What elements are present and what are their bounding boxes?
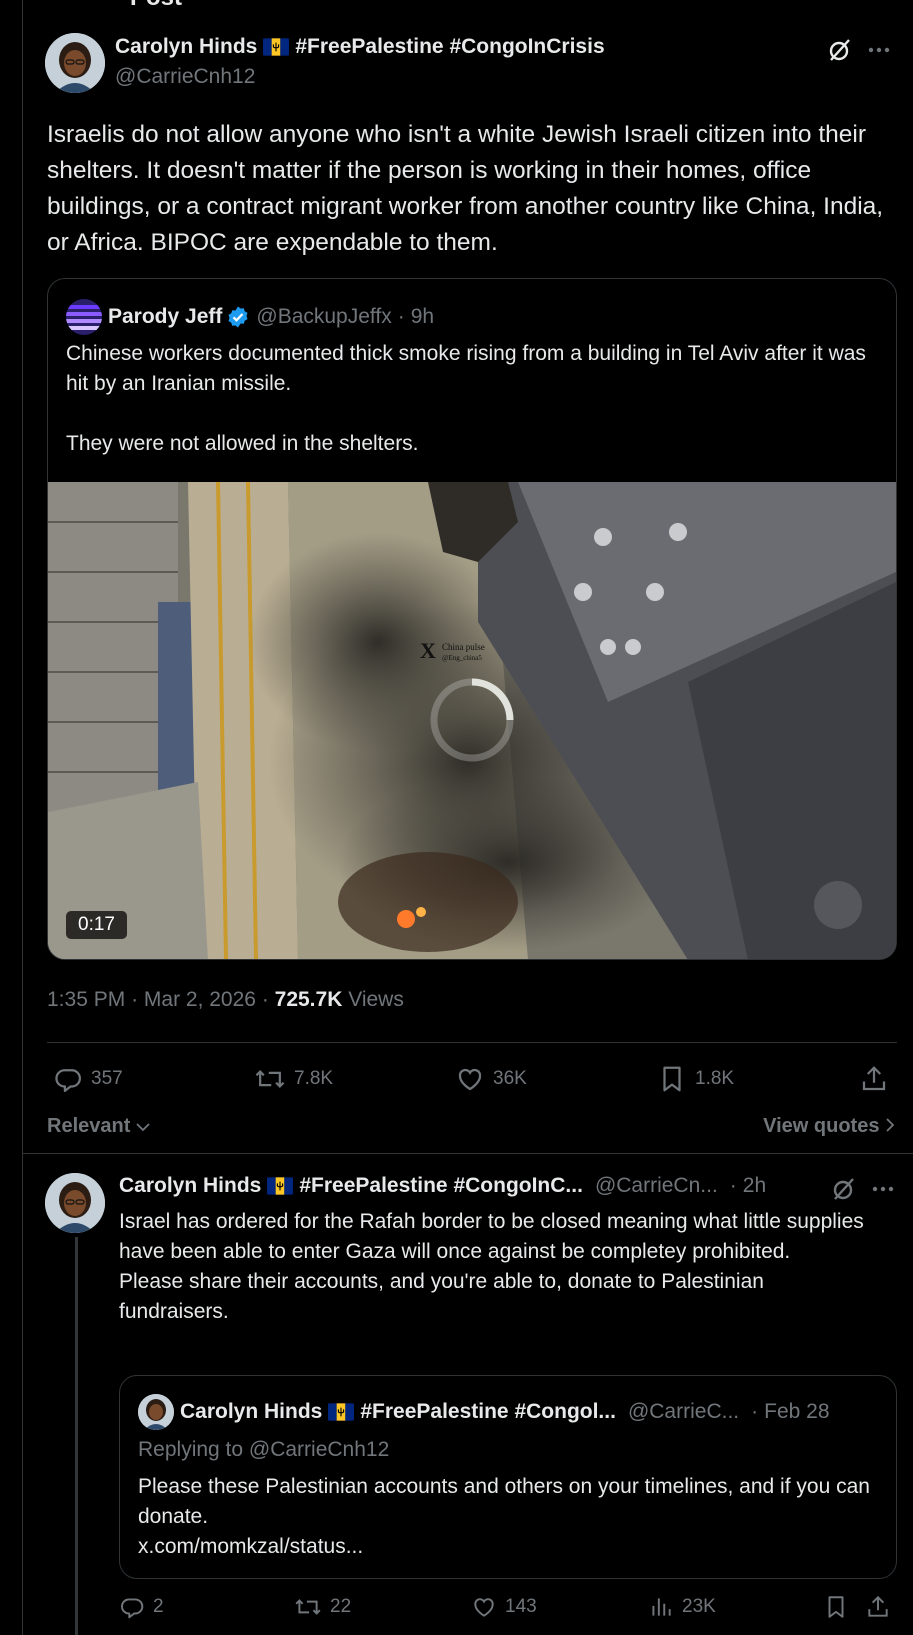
author-handle[interactable]: @CarrieCnh12 — [115, 65, 255, 89]
reply-author-tags: #FreePalestine #CongoInC... — [299, 1174, 583, 1197]
sort-label: Relevant — [47, 1115, 131, 1137]
like-count: 143 — [505, 1596, 537, 1617]
inner-quote-handle: @CarrieC... — [627, 1400, 740, 1423]
inner-quote-author-tags: #FreePalestine #Congol... — [360, 1400, 616, 1423]
inner-quote-avatar — [138, 1394, 174, 1430]
watermark-logo: X — [420, 638, 436, 663]
verified-icon — [226, 305, 250, 329]
timeline-column-border — [22, 0, 23, 1635]
flag-barbados-icon — [267, 1176, 294, 1196]
repost-icon — [255, 1070, 285, 1088]
bookmark-icon — [828, 1596, 844, 1618]
views-icon — [652, 1598, 671, 1616]
inner-quote-date: Feb 28 — [764, 1400, 830, 1423]
reply-count: 357 — [91, 1068, 123, 1089]
like-icon — [458, 1068, 482, 1091]
view-quotes-link[interactable]: View quotes — [763, 1115, 895, 1138]
like-button[interactable]: 143 — [471, 1594, 537, 1620]
thread-line — [75, 1237, 78, 1635]
repost-button[interactable]: 7.8K — [254, 1064, 333, 1094]
video-duration: 0:17 — [66, 911, 127, 939]
repost-icon — [295, 1599, 321, 1615]
quoted-author-name: Parody Jeff — [108, 305, 223, 328]
author-avatar[interactable] — [45, 33, 105, 93]
reply-action-bar: 2 22 143 23K — [119, 1594, 904, 1634]
quoted-post-header: Parody Jeff @BackupJeffx · 9h — [66, 299, 434, 335]
chevron-down-icon — [136, 1123, 150, 1132]
like-icon — [474, 1598, 494, 1617]
author-tags: #FreePalestine #CongoInCrisis — [295, 35, 605, 58]
repost-count: 7.8K — [294, 1068, 334, 1089]
more-icon[interactable] — [870, 1176, 896, 1202]
bookmark-button[interactable]: 1.8K — [657, 1064, 734, 1094]
reply-text: Israel has ordered for the Rafah border … — [119, 1210, 864, 1323]
video-player[interactable]: X China pulse @Eng_china5 0:17 — [48, 482, 896, 959]
reply-button[interactable]: 2 — [119, 1594, 164, 1620]
watermark-line2: @Eng_china5 — [442, 654, 482, 662]
share-button[interactable] — [859, 1064, 897, 1094]
reply-count: 2 — [153, 1596, 164, 1617]
post-metadata: 1:35 PM · Mar 2, 2026 · 725.7K Views — [47, 988, 404, 1012]
video-thumbnail: X China pulse @Eng_china5 — [48, 482, 896, 959]
share-button[interactable] — [865, 1594, 899, 1620]
dot-separator: · — [131, 988, 144, 1011]
grok-icon[interactable] — [827, 37, 853, 63]
author-name[interactable]: Carolyn Hinds — [115, 35, 257, 59]
sort-replies-dropdown[interactable]: Relevant — [47, 1115, 150, 1138]
like-count: 36K — [493, 1068, 527, 1089]
dot-separator: · — [729, 1174, 737, 1197]
bookmark-icon — [663, 1066, 681, 1092]
post-time[interactable]: 1:35 PM — [47, 988, 125, 1011]
grok-icon[interactable] — [831, 1176, 857, 1202]
reply-quoted-post-card[interactable]: Carolyn Hinds #FreePalestine #Congol... … — [119, 1375, 897, 1579]
quoted-post-card[interactable]: Parody Jeff @BackupJeffx · 9h Chinese wo… — [47, 278, 897, 960]
quoted-post-time: 9h — [410, 305, 435, 328]
reply-author-name[interactable]: Carolyn Hinds — [119, 1174, 261, 1198]
like-button[interactable]: 36K — [455, 1064, 527, 1094]
post-action-bar: 357 7.8K 36K 1.8K — [47, 1060, 897, 1100]
post-date[interactable]: Mar 2, 2026 — [144, 988, 256, 1011]
view-quotes-label: View quotes — [763, 1115, 880, 1137]
reply-author-line: Carolyn Hinds #FreePalestine #CongoInC..… — [119, 1174, 766, 1198]
reply-button[interactable]: 357 — [53, 1064, 123, 1094]
share-icon — [862, 1066, 886, 1091]
share-icon — [868, 1595, 888, 1617]
dot-separator: · — [261, 988, 275, 1011]
flag-barbados-icon — [328, 1402, 355, 1422]
more-icon[interactable] — [866, 37, 892, 63]
views-label: Views — [348, 988, 404, 1011]
views-count: 23K — [682, 1596, 716, 1617]
views-count: 725.7K — [274, 988, 343, 1011]
author-name-line: Carolyn Hinds #FreePalestine #CongoInCri… — [115, 35, 605, 59]
bookmark-count: 1.8K — [695, 1068, 735, 1089]
divider — [47, 1042, 897, 1043]
reply-time[interactable]: 2h — [743, 1174, 766, 1198]
inner-quote-header: Carolyn Hinds #FreePalestine #Congol... … — [138, 1394, 878, 1430]
dot-separator: · — [751, 1400, 759, 1423]
inner-quote-replying-to: Replying to @CarrieCnh12 — [138, 1438, 390, 1461]
quoted-post-text: Chinese workers documented thick smoke r… — [66, 342, 866, 455]
post-text: Israelis do not allow anyone who isn't a… — [47, 121, 884, 256]
chevron-right-icon — [886, 1118, 895, 1132]
inner-quote-text: Please these Palestinian accounts and ot… — [138, 1475, 870, 1558]
reply-author-avatar[interactable] — [45, 1173, 105, 1233]
inner-quote-author-name: Carolyn Hinds — [180, 1400, 323, 1423]
reply-author-handle[interactable]: @CarrieCn... — [595, 1174, 718, 1198]
section-divider — [23, 1153, 913, 1154]
quoted-author-handle: @BackupJeffx — [256, 305, 392, 328]
flag-barbados-icon — [263, 37, 290, 57]
reply-icon — [121, 1598, 144, 1619]
repost-button[interactable]: 22 — [294, 1594, 351, 1620]
page-header-title: Post — [130, 0, 182, 12]
views-button[interactable]: 23K — [648, 1594, 716, 1620]
quoted-author-avatar — [66, 299, 102, 335]
bookmark-button[interactable] — [823, 1594, 857, 1620]
watermark-line1: China pulse — [442, 642, 485, 652]
repost-count: 22 — [330, 1596, 352, 1617]
dot-separator: · — [397, 305, 405, 328]
reply-icon — [55, 1069, 81, 1092]
